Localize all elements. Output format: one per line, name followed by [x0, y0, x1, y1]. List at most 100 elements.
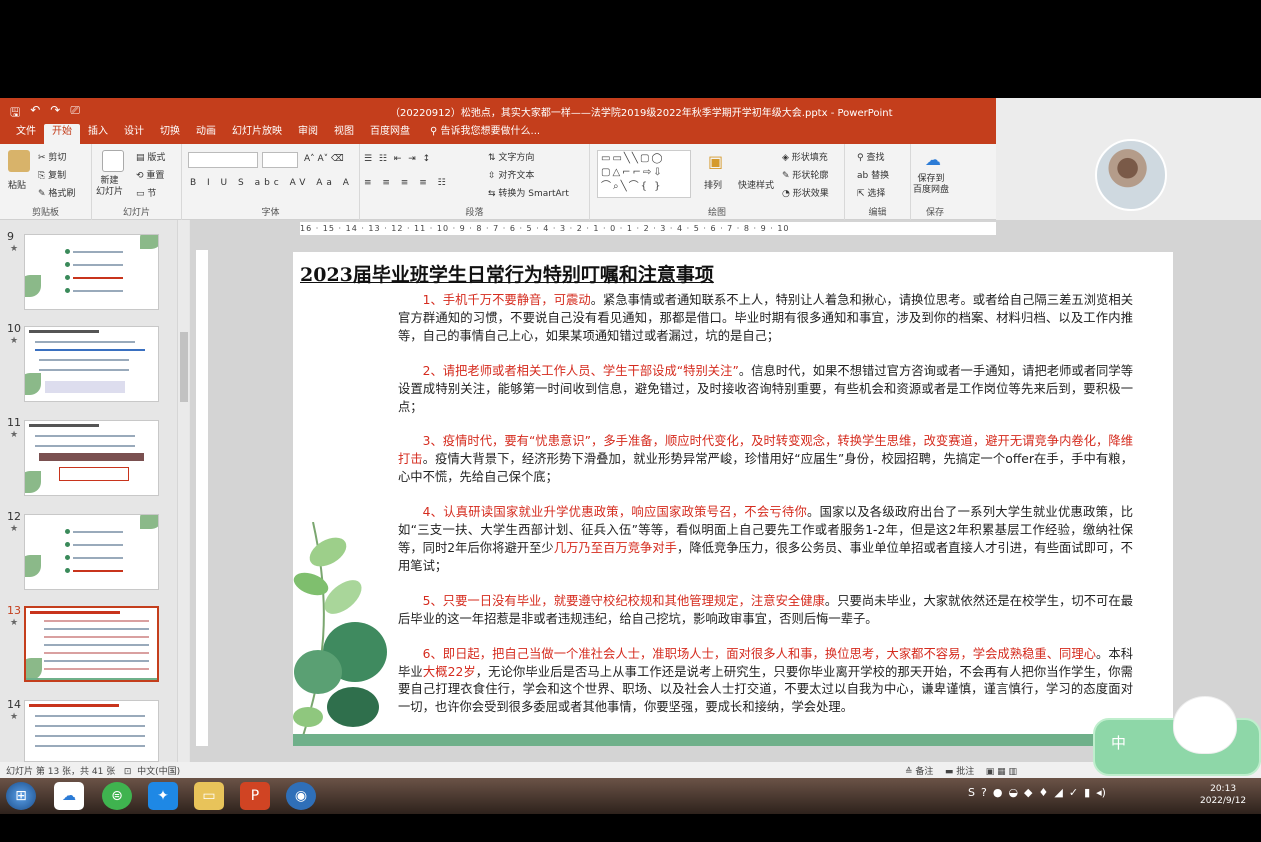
font-grow-shrink-buttons[interactable]: A˄ A˅ ⌫	[304, 154, 344, 164]
clock[interactable]: 20:13 2022/9/12	[1200, 783, 1246, 807]
spellcheck-icon[interactable]: ⊡	[124, 767, 132, 777]
tab-animations[interactable]: 动画	[188, 124, 224, 144]
highlight-box	[59, 467, 129, 481]
text-direction-button[interactable]: ⇅ 文字方向	[488, 150, 534, 163]
group-paragraph: ☰ ☷ ⇤ ⇥ ↕ ≡ ≡ ≡ ≡ ☷ ⇅ 文字方向 ⇳ 对齐文本 ⇆ 转换为 …	[360, 144, 590, 220]
slide-sorter-icon[interactable]: ▦	[997, 767, 1006, 777]
network-icon[interactable]: ◢	[1054, 786, 1062, 799]
battery-icon[interactable]: ▮	[1084, 786, 1090, 799]
tab-transitions[interactable]: 切换	[152, 124, 188, 144]
section-button[interactable]: ▭ 节	[136, 186, 156, 199]
item-paragraph: 3、疫情时代，要有“忧患意识”，多手准备，顺应时代变化，及时转变观念，转换学生思…	[398, 433, 1133, 487]
language-status[interactable]: 中文(中国)	[137, 767, 180, 777]
find-button[interactable]: ⚲ 查找	[857, 150, 884, 163]
tray-app-icon[interactable]: ◆	[1024, 786, 1032, 799]
save-icon[interactable]: 🖫	[10, 103, 20, 124]
leaf-decoration	[26, 658, 42, 680]
thumbnail-slide-14[interactable]	[24, 700, 159, 762]
shape-outline-button[interactable]: ✎ 形状轮廓	[782, 168, 828, 181]
text-line	[44, 652, 149, 654]
paste-icon[interactable]	[8, 150, 30, 172]
present-icon[interactable]: ⎚	[70, 103, 80, 124]
shape-fill-button[interactable]: ◈ 形状填充	[782, 150, 828, 163]
tab-baidu-netdisk[interactable]: 百度网盘	[362, 124, 418, 144]
comments-button[interactable]: ▬ 批注	[945, 767, 974, 777]
start-orb-icon[interactable]: ⊞	[6, 782, 36, 810]
tab-design[interactable]: 设计	[116, 124, 152, 144]
slide-canvas[interactable]: 2023届毕业班学生日常行为特别叮嘱和注意事项 1、手机千万不要静音，可震动。紧…	[293, 252, 1173, 746]
list-buttons[interactable]: ☰ ☷ ⇤ ⇥ ↕	[364, 154, 432, 164]
new-slide-icon[interactable]	[102, 150, 124, 172]
text-line	[35, 341, 135, 343]
save-baidu-button[interactable]: 保存到 百度网盘	[913, 174, 949, 196]
ime-mode[interactable]: 中	[1111, 732, 1126, 753]
arrange-icon[interactable]: ▣	[708, 152, 723, 171]
shapes-gallery[interactable]: ▭▭╲╲▢◯ ▢△⌐⌐⇨⇩ ⌒⌕╲⌒{ }	[597, 150, 691, 198]
tab-review[interactable]: 审阅	[290, 124, 326, 144]
feishu-icon[interactable]: ✦	[148, 782, 178, 810]
volume-icon[interactable]: ◂)	[1096, 786, 1106, 799]
replace-button[interactable]: ab 替换	[857, 168, 889, 181]
tray-app-icon[interactable]: ♦	[1039, 786, 1049, 799]
text-line	[44, 628, 149, 630]
scrollbar-thumb[interactable]	[180, 332, 188, 402]
undo-icon[interactable]: ↶	[30, 103, 40, 124]
font-format-buttons[interactable]: B I U S abc AV Aa A	[190, 178, 353, 188]
tab-home[interactable]: 开始	[44, 124, 80, 144]
thumbnail-number: 12	[7, 510, 21, 523]
cut-button[interactable]: ✂ 剪切	[38, 150, 66, 163]
font-size-select[interactable]	[262, 152, 298, 168]
layout-button[interactable]: ▤ 版式	[136, 150, 165, 163]
browser-icon[interactable]: ⊜	[102, 782, 132, 810]
paste-button[interactable]: 粘贴	[8, 178, 26, 191]
tab-view[interactable]: 视图	[326, 124, 362, 144]
tab-slideshow[interactable]: 幻灯片放映	[224, 124, 290, 144]
thumbnail-slide-11[interactable]	[24, 420, 159, 496]
new-slide-button[interactable]: 新建 幻灯片	[96, 176, 123, 198]
align-text-button[interactable]: ⇳ 对齐文本	[488, 168, 534, 181]
copy-button[interactable]: ⎘ 复制	[38, 168, 66, 181]
select-button[interactable]: ⇱ 选择	[857, 186, 885, 199]
powerpoint-icon[interactable]: P	[240, 782, 270, 810]
tab-insert[interactable]: 插入	[80, 124, 116, 144]
shape-effects-button[interactable]: ◔ 形状效果	[782, 186, 829, 199]
screen: 🖫 ↶ ↷ ⎚ （20220912）松弛点，其实大家都一样——法学院2019级2…	[0, 0, 1261, 842]
tab-file[interactable]: 文件	[8, 124, 44, 144]
tell-me-box[interactable]: ⚲ 告诉我您想要做什么...	[418, 124, 548, 144]
thumbnail-slide-10[interactable]	[24, 326, 159, 402]
quick-styles-button[interactable]: 快速样式	[738, 178, 774, 191]
table-block	[45, 381, 125, 393]
app-icon[interactable]: ◉	[286, 782, 316, 810]
redo-icon[interactable]: ↷	[50, 103, 60, 124]
text-line	[39, 369, 129, 371]
align-buttons[interactable]: ≡ ≡ ≡ ≡ ☷	[364, 178, 450, 188]
ime-widget[interactable]: 中	[1093, 696, 1261, 776]
slide-body-text[interactable]: 1、手机千万不要静音，可震动。紧急事情或者通知联系不上人，特别让人着急和揪心，请…	[398, 292, 1133, 717]
smartart-button[interactable]: ⇆ 转换为 SmartArt	[488, 186, 569, 199]
normal-view-icon[interactable]: ▣	[986, 767, 995, 777]
tray-help-icon[interactable]: ?	[981, 786, 987, 799]
slide-title[interactable]: 2023届毕业班学生日常行为特别叮嘱和注意事项	[300, 260, 714, 287]
text-line	[35, 745, 145, 747]
thumbnail-slide-12[interactable]	[24, 514, 159, 590]
thumbnail-slide-9[interactable]	[24, 234, 159, 310]
thumbnail-slide-13[interactable]	[24, 606, 159, 682]
format-painter-button[interactable]: ✎ 格式刷	[38, 186, 75, 199]
check-icon[interactable]: ✓	[1069, 786, 1078, 799]
baidu-netdisk-icon[interactable]: ☁	[54, 782, 84, 810]
leaf-decoration	[140, 235, 158, 249]
ribbon-tabs: 文件 开始 插入 设计 切换 动画 幻灯片放映 审阅 视图 百度网盘 ⚲ 告诉我…	[0, 122, 996, 144]
reading-view-icon[interactable]: ▥	[1009, 767, 1018, 777]
group-label-drawing: 绘图	[707, 208, 726, 218]
tray-app-icon[interactable]: ◒	[1008, 786, 1018, 799]
baidu-netdisk-icon[interactable]: ☁	[925, 150, 941, 169]
notes-button[interactable]: ≙ 备注	[905, 767, 933, 777]
arrange-button[interactable]: 排列	[704, 178, 722, 191]
file-explorer-icon[interactable]: ▭	[194, 782, 224, 810]
reset-button[interactable]: ⟲ 重置	[136, 168, 164, 181]
group-label-font: 字体	[261, 208, 280, 218]
thumbnail-scrollbar[interactable]	[177, 220, 189, 762]
tray-app-icon[interactable]: S	[968, 786, 975, 799]
font-name-select[interactable]	[188, 152, 258, 168]
tray-app-icon[interactable]: ●	[993, 786, 1003, 799]
